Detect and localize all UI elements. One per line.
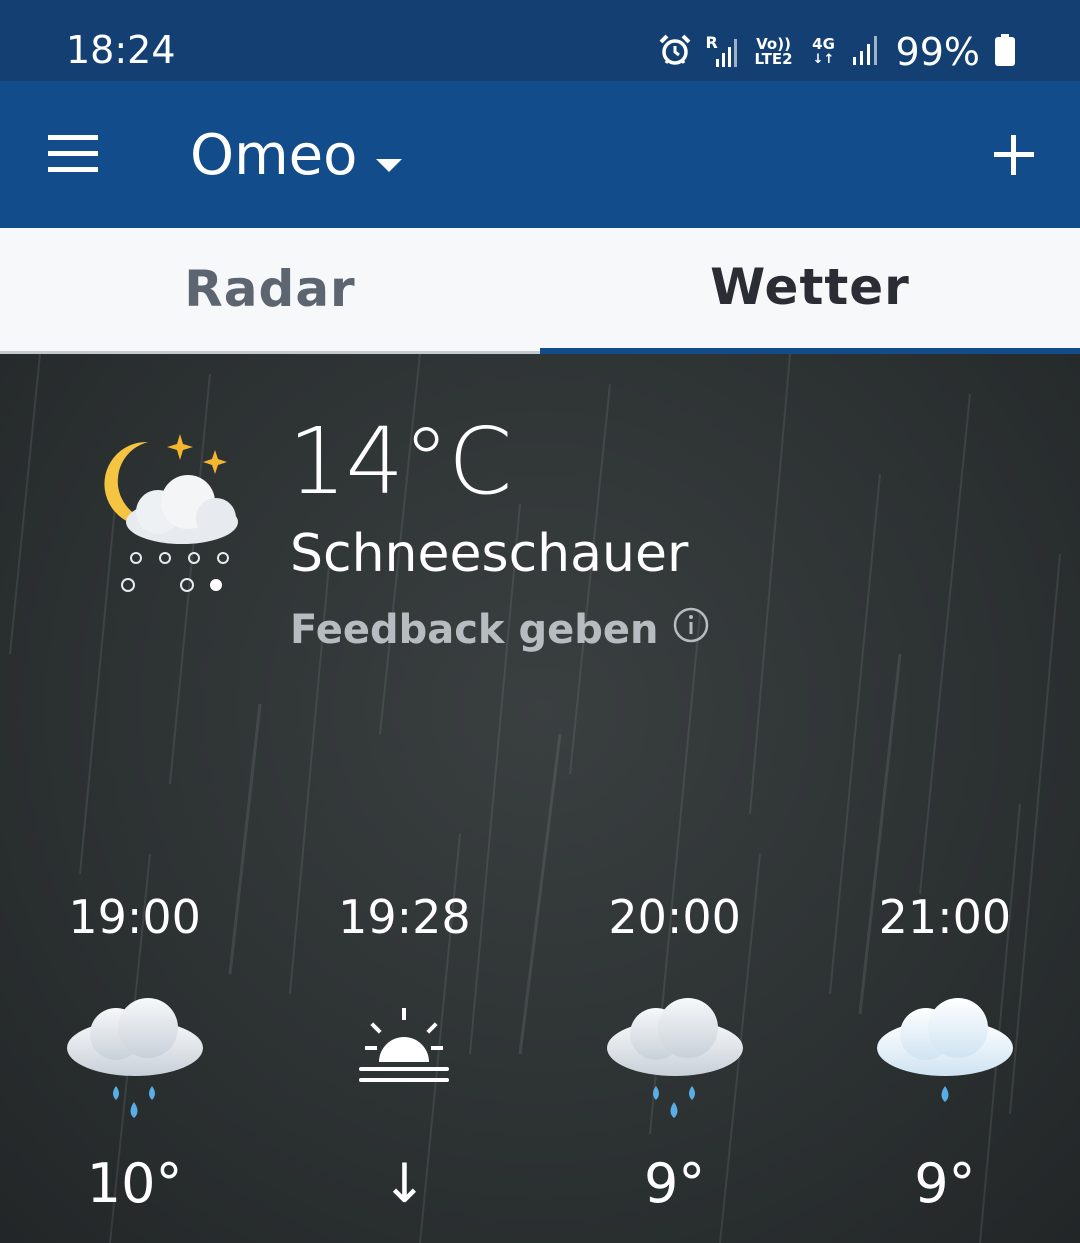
night-snow-showers-icon	[96, 424, 246, 604]
menu-icon	[48, 135, 98, 172]
sunset-icon	[329, 994, 479, 1134]
data-4g-icon: 4G ↓↑	[812, 35, 835, 68]
tab-wetter[interactable]: Wetter	[540, 228, 1080, 354]
status-time: 18:24	[66, 28, 176, 72]
alarm-icon	[658, 33, 692, 71]
location-selector[interactable]: Omeo	[190, 117, 403, 193]
battery-percentage: 99%	[895, 30, 980, 74]
forecast-value: ↓	[381, 1152, 427, 1215]
forecast-item[interactable]: 19:28 ↓	[269, 890, 539, 1243]
light-rain-cloud-icon	[870, 994, 1020, 1134]
location-name: Omeo	[190, 122, 358, 188]
forecast-item[interactable]: 21:00 9°	[810, 890, 1080, 1243]
hourly-forecast: 19:00 10° 19:28 ↓ 20:00 9° 21:00 9°	[0, 890, 1080, 1243]
battery-icon	[994, 33, 1016, 71]
signal-roaming-icon: R	[706, 35, 738, 69]
info-icon	[672, 606, 710, 654]
forecast-time: 19:28	[338, 890, 471, 944]
tab-bar: Radar Wetter	[0, 228, 1080, 354]
plus-icon	[994, 135, 1034, 175]
status-bar: 18:24 R Vo)) LTE2 4G ↓↑ 99%	[0, 0, 1080, 81]
current-description: Schneeschauer	[290, 524, 689, 584]
rain-cloud-icon	[60, 994, 210, 1134]
app-bar: Omeo	[0, 81, 1080, 228]
forecast-time: 20:00	[608, 890, 741, 944]
forecast-time: 21:00	[878, 890, 1012, 944]
menu-button[interactable]	[36, 121, 110, 187]
forecast-value: 9°	[643, 1152, 706, 1215]
tab-radar[interactable]: Radar	[0, 228, 540, 354]
forecast-time: 19:00	[68, 890, 201, 944]
forecast-value: 10°	[86, 1152, 183, 1215]
feedback-link[interactable]: Feedback geben	[290, 606, 710, 654]
volte-icon: Vo)) LTE2	[754, 35, 793, 68]
weather-panel: 14°C Schneeschauer Feedback geben 19:00	[0, 354, 1080, 1243]
add-location-button[interactable]	[984, 125, 1044, 185]
weather-app-screen: 18:24 R Vo)) LTE2 4G ↓↑ 99% Omeo Radar W…	[0, 0, 1080, 1243]
current-temperature: 14°C	[288, 408, 512, 515]
rain-cloud-icon	[600, 994, 750, 1134]
forecast-item[interactable]: 20:00 9°	[540, 890, 810, 1243]
forecast-value: 9°	[914, 1152, 976, 1215]
feedback-label: Feedback geben	[290, 607, 659, 653]
dropdown-caret-icon	[375, 123, 403, 188]
forecast-item[interactable]: 19:00 10°	[0, 890, 269, 1243]
signal-icon	[852, 33, 882, 71]
status-icons: R Vo)) LTE2 4G ↓↑ 99%	[658, 26, 1016, 78]
